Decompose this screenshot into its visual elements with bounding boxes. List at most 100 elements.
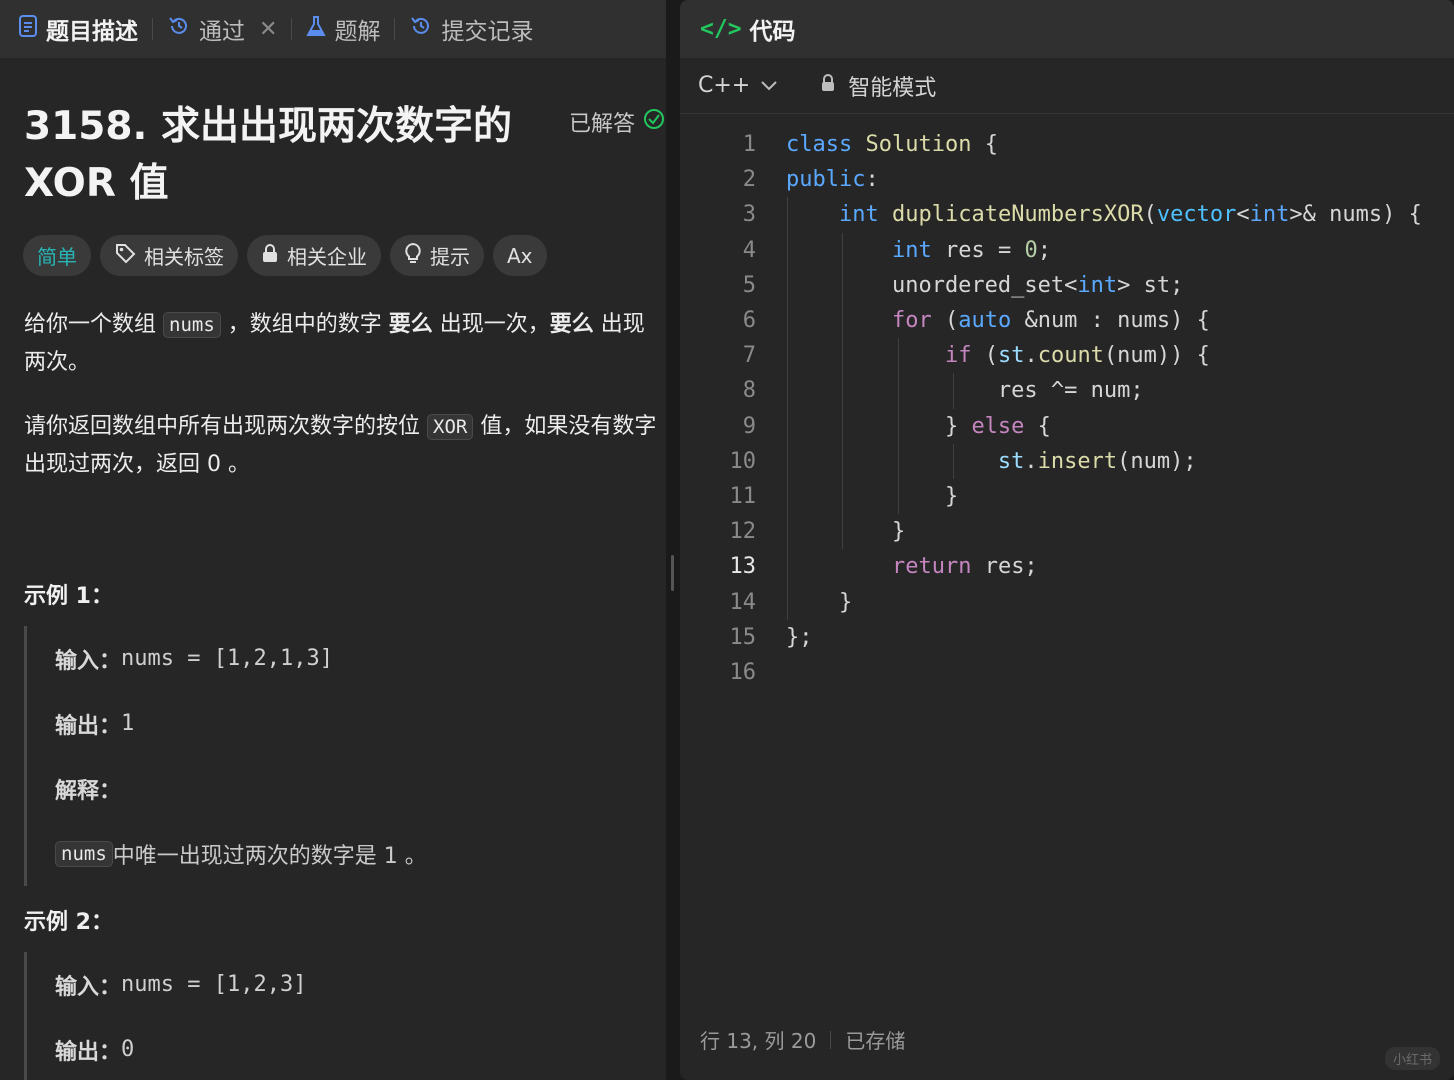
output-value: 0 [121,1037,135,1062]
tab-description-label: 题目描述 [46,19,138,45]
code-text: public: [786,167,879,193]
tab-solutions-label: 题解 [334,19,381,45]
example-2-block: 输入： nums = [1,2,3] 输出： 0 [24,952,644,1080]
tag-icon [114,242,136,269]
line-number: 15 [729,624,757,650]
code-line[interactable]: 7 if (st.count(num)) { [680,338,1454,373]
input-value: nums = [1,2,3] [121,972,307,997]
output-value: 1 [121,711,135,736]
code-line[interactable]: 3 int duplicateNumbersXOR(vector<int>& n… [680,197,1454,232]
code-line[interactable]: 8 res ^= num; [680,373,1454,408]
code-text: } [786,589,853,615]
input-label: 输入： [55,648,122,674]
desc-bold: 要么 [549,312,594,337]
close-icon[interactable]: ✕ [259,17,277,42]
code-text: int res = 0; [891,237,1051,263]
tab-submissions[interactable]: 提交记录 [409,12,533,46]
line-number: 7 [742,343,756,369]
resize-handle[interactable] [671,555,674,591]
code-text: int duplicateNumbersXOR(vector<int>& num… [838,202,1422,228]
inline-code: nums [55,840,113,867]
output-label: 输出： [55,1039,122,1065]
code-text: } [786,483,959,509]
font-size-label: Ax [507,243,533,268]
panel-resize-divider[interactable] [666,0,680,1080]
problem-tabbar: 题目描述 通过 ✕ 题解 提交记录 [0,0,666,58]
example-1-explanation: nums 中唯一出现过两次的数字是 1 。 [55,821,644,886]
editor-status-bar: 行 13, 列 20 已存储 [700,1025,905,1054]
code-line[interactable]: 1 class Solution { [680,127,1454,162]
code-line[interactable]: 9 } else { [680,409,1454,444]
tab-submissions-label: 提交记录 [441,19,534,45]
related-tags-button[interactable]: 相关标签 [100,235,238,276]
input-label: 输入： [55,974,122,1000]
code-editor[interactable]: 1 class Solution {2 public: 3 int duplicate… [680,127,1454,707]
example-2-output: 输出： 0 [55,1017,644,1080]
difficulty-badge[interactable]: 简单 [23,235,91,276]
desc-text: 给你一个数组 [24,312,163,337]
code-line[interactable]: 15}; [680,620,1454,655]
desc-bold: 要么 [388,312,433,337]
code-line[interactable]: 12 } [680,514,1454,549]
code-line[interactable]: 2 public: [680,162,1454,197]
code-text: class Solution { [786,132,998,158]
line-number: 5 [742,272,756,298]
smart-mode-label: 智能模式 [848,75,937,101]
language-label: C++ [698,73,751,98]
line-number: 11 [729,483,757,509]
line-number: 1 [742,132,756,158]
code-panel-title: 代码 [749,19,796,45]
problem-panel: 题目描述 通过 ✕ 题解 提交记录 3158. 求出出现两次数字的 XOR 值 … [0,0,666,1080]
tab-accepted-label: 通过 [199,19,245,45]
code-line[interactable]: 13 return res; [680,549,1454,584]
code-panel-header: </> 代码 [680,0,1454,58]
related-companies-button[interactable]: 相关企业 [247,235,381,276]
explain-label: 解释： [55,778,122,804]
code-line[interactable]: 10 st.insert(num); [680,444,1454,479]
line-number: 8 [742,378,756,404]
indent-guide [898,338,899,515]
language-select[interactable]: C++ [698,73,778,98]
code-line[interactable]: 5 unordered_set<int> st; [680,268,1454,303]
editor-toolbar: C++ 智能模式 [680,58,1454,114]
code-line[interactable]: 16 [680,655,1454,690]
code-line[interactable]: 6 for (auto &num : nums) { [680,303,1454,338]
inline-code: nums [163,312,221,338]
tab-description[interactable]: 题目描述 [18,12,138,46]
code-text: if (st.count(num)) { [944,343,1210,369]
description-paragraph-1: 给你一个数组 nums ，数组中的数字 要么 出现一次，要么 出现两次。 [24,306,664,381]
example-1-input: 输入： nums = [1,2,1,3] [55,626,644,691]
desc-text: 请你返回数组中所有出现两次数字的按位 [24,414,427,439]
input-value: nums = [1,2,1,3] [121,646,333,671]
tab-accepted[interactable]: 通过 ✕ [167,12,277,46]
code-text: res ^= num; [786,378,1144,404]
indent-guide [953,443,954,479]
code-icon: </> [700,16,742,42]
check-circle-icon [643,108,665,136]
code-text: for (auto &num : nums) { [891,308,1210,334]
font-size-button[interactable]: Ax [493,235,547,276]
tag-row: 简单 相关标签 相关企业 提示 Ax [23,235,547,276]
hints-button[interactable]: 提示 [390,235,484,276]
tab-divider [394,18,396,40]
example-2-input: 输入： nums = [1,2,3] [55,952,644,1017]
tab-solutions[interactable]: 题解 [306,12,380,46]
line-number: 13 [729,554,757,580]
line-number: 3 [742,202,756,228]
code-line[interactable]: 11 } [680,479,1454,514]
code-line[interactable]: 4 int res = 0; [680,233,1454,268]
cursor-position: 行 13, 列 20 [700,1029,817,1053]
code-text: } [786,519,906,545]
related-companies-label: 相关企业 [287,245,367,269]
solved-status: 已解答 [569,106,665,138]
code-line[interactable]: 14 } [680,584,1454,619]
smart-mode-toggle[interactable]: 智能模式 [820,70,936,102]
example-2-title: 示例 2： [24,910,113,935]
example-1-title: 示例 1： [24,584,113,609]
code-text: unordered_set<int> st; [786,272,1184,298]
code-text: st.insert(num); [997,448,1197,474]
document-icon [18,15,38,43]
lightbulb-icon [404,242,422,269]
indent-guide [842,232,843,550]
lock-icon [261,243,279,268]
